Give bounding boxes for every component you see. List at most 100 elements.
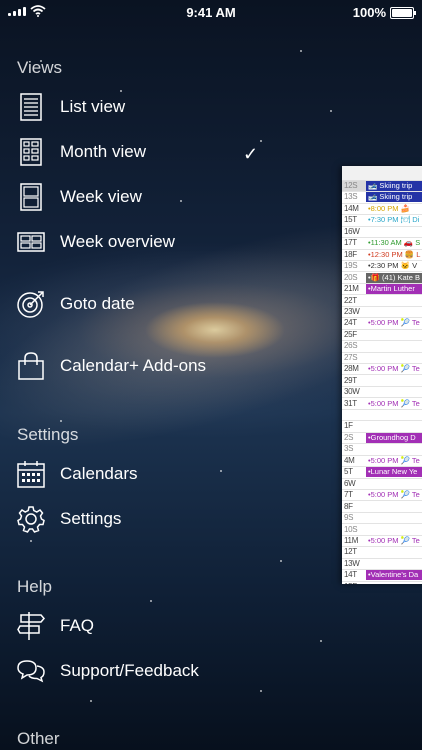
- calendar-day-row[interactable]: 14T •Valentine's Da: [342, 570, 422, 582]
- shopping-bag-icon: [16, 351, 46, 381]
- calendar-day-row[interactable]: 12T: [342, 547, 422, 559]
- menu-item-addons[interactable]: Calendar+ Add-ons: [16, 348, 332, 384]
- addons-label: Calendar+ Add-ons: [60, 356, 207, 375]
- calendar-day-label: 28M: [344, 364, 359, 374]
- calendar-day-row[interactable]: 20S •🎁 (41) Kate B: [342, 272, 422, 284]
- calendar-day-row[interactable]: 13W: [342, 558, 422, 571]
- week-view-label: Week view: [60, 187, 142, 206]
- calendar-day-row[interactable]: 2S •Groundhog D: [342, 432, 422, 445]
- calendar-day-row[interactable]: 21M •Martin Luther: [342, 284, 422, 296]
- calendar-event[interactable]: •5:00 PM 🎾 Te: [366, 456, 422, 466]
- calendar-day-row[interactable]: 5T •Lunar New Ye: [342, 467, 422, 479]
- calendar-event[interactable]: 🎿 Skiing trip: [366, 192, 422, 203]
- menu-item-calendars[interactable]: Calendars: [16, 456, 332, 492]
- month-view-icon: [16, 137, 46, 167]
- calendar-event[interactable]: •Martin Luther: [366, 284, 422, 295]
- calendar-day-row[interactable]: 16W: [342, 227, 422, 239]
- calendar-day-row[interactable]: 3S: [342, 444, 422, 456]
- chat-bubbles-icon: [16, 656, 46, 686]
- calendar-event[interactable]: •🎁 (41) Kate B: [366, 272, 422, 283]
- menu-item-week-overview[interactable]: Week overview: [16, 224, 332, 260]
- calendar-day-row[interactable]: 8F: [342, 502, 422, 513]
- calendar-day-label: 22T: [344, 295, 357, 305]
- calendar-event[interactable]: •5:00 PM 🎾 Te: [366, 490, 422, 500]
- calendar-event[interactable]: •12:30 PM 🍔 L: [366, 250, 422, 260]
- calendar-day-row[interactable]: 7T •5:00 PM 🎾 Te: [342, 490, 422, 502]
- calendar-day-row[interactable]: 11M •5:00 PM 🎾 Te: [342, 535, 422, 548]
- week-overview-label: Week overview: [60, 232, 175, 251]
- calendar-day-label: 23W: [344, 306, 360, 316]
- faq-label: FAQ: [60, 616, 95, 635]
- calendar-day-row[interactable]: 12S 🎿 Skiing trip: [342, 181, 422, 193]
- calendar-day-row[interactable]: 28M •5:00 PM 🎾 Te: [342, 364, 422, 376]
- calendar-event[interactable]: •7:30 PM 🍽 Di: [366, 215, 422, 225]
- section-views: Views: [17, 58, 63, 77]
- calendar-event[interactable]: •Valentine's Da: [366, 570, 422, 581]
- calendar-day-label: 4M: [344, 455, 355, 465]
- calendar-day-row[interactable]: 31T •5:00 PM 🎾 Te: [342, 399, 422, 410]
- menu-item-month-view[interactable]: Month view: [16, 134, 332, 170]
- menu-item-goto-date[interactable]: Goto date: [16, 286, 332, 322]
- calendar-preview-panel[interactable]: 12S 🎿 Skiing trip 13S 🎿 Skiing trip 14M •8:00…: [342, 166, 422, 584]
- calendar-day-label: 9S: [344, 513, 354, 523]
- calendar-day-row[interactable]: 23W: [342, 306, 422, 319]
- calendar-day-row[interactable]: 30W: [342, 387, 422, 399]
- calendar-day-row[interactable]: 13S 🎿 Skiing trip: [342, 192, 422, 204]
- calendar-event[interactable]: •5:00 PM 🎾 Te: [366, 318, 422, 328]
- calendar-day-label: 8F: [344, 501, 353, 511]
- calendar-event[interactable]: •5:00 PM 🎾 Te: [366, 536, 422, 546]
- calendar-day-row[interactable]: 14M •8:00 PM 🍰: [342, 204, 422, 216]
- calendar-day-row[interactable]: 27S: [342, 352, 422, 365]
- calendar-day-row[interactable]: 6W: [342, 479, 422, 490]
- menu-item-faq[interactable]: FAQ: [16, 608, 332, 644]
- calendar-day-row[interactable]: 24T •5:00 PM 🎾 Te: [342, 318, 422, 330]
- calendar-day-row[interactable]: 15F: [342, 582, 422, 584]
- calendar-day-row[interactable]: 19S •2:30 PM 🐱 V: [342, 261, 422, 273]
- menu-item-list-view[interactable]: List view: [16, 89, 332, 125]
- calendar-day-row[interactable]: 4M •5:00 PM 🎾 Te: [342, 455, 422, 468]
- calendar-day-label: 10S: [344, 524, 358, 534]
- calendar-day-row[interactable]: 18F •12:30 PM 🍔 L: [342, 250, 422, 261]
- calendar-day-label: 12T: [344, 547, 357, 557]
- calendar-day-row[interactable]: 29T: [342, 376, 422, 387]
- calendar-day-row[interactable]: 17T •11:30 AM 🚗 S: [342, 238, 422, 250]
- calendar-day-label: 11M: [344, 535, 359, 545]
- section-other: Other: [17, 729, 60, 748]
- calendar-event[interactable]: 🎿 Skiing trip: [366, 181, 422, 191]
- calendar-day-row[interactable]: 15T •7:30 PM 🍽 Di: [342, 215, 422, 227]
- settings-label: Settings: [60, 509, 122, 528]
- menu-item-settings[interactable]: Settings: [16, 501, 332, 537]
- target-icon: [16, 289, 46, 319]
- calendar-day-row[interactable]: 1F: [342, 421, 422, 433]
- calendar-day-label: 17T: [344, 238, 357, 248]
- menu-item-week-view[interactable]: Week view: [16, 179, 332, 215]
- calendar-day-label: 13S: [344, 192, 358, 202]
- calendar-day-row[interactable]: 10S: [342, 525, 422, 536]
- calendar-day-row[interactable]: 25F: [342, 330, 422, 342]
- calendar-event[interactable]: •2:30 PM 🐱 V: [366, 261, 422, 271]
- calendar-day-label: 18F: [344, 249, 357, 259]
- calendar-day-label: 1F: [344, 421, 353, 431]
- calendar-day-row[interactable]: 22T: [342, 296, 422, 307]
- calendar-day-row[interactable]: 9S: [342, 513, 422, 525]
- calendar-event[interactable]: •Lunar New Ye: [366, 467, 422, 478]
- calendar-day-label: 15T: [344, 215, 357, 225]
- calendar-day-label: 12S: [344, 181, 358, 190]
- calendar-day-label: 27S: [344, 352, 358, 362]
- battery-icon: [390, 7, 416, 19]
- calendar-event[interactable]: •8:00 PM 🍰: [366, 204, 422, 214]
- calendar-day-row[interactable]: 26S: [342, 341, 422, 353]
- calendar-day-label: 26S: [344, 341, 358, 351]
- calendars-label: Calendars: [60, 464, 138, 483]
- calendar-day-label: 5T: [344, 467, 353, 477]
- calendar-day-label: 15F: [344, 582, 364, 584]
- calendar-event[interactable]: •11:30 AM 🚗 S: [366, 238, 422, 248]
- calendar-event[interactable]: •5:00 PM 🎾 Te: [366, 364, 422, 374]
- calendar-event[interactable]: •Groundhog D: [366, 432, 422, 443]
- calendar-day-label: 13W: [344, 558, 360, 568]
- goto-date-label: Goto date: [60, 294, 135, 313]
- status-bar: 9:41 AM 100%: [0, 0, 422, 24]
- calendar-day-row[interactable]: [342, 410, 422, 422]
- calendar-event[interactable]: •5:00 PM 🎾 Te: [366, 399, 422, 409]
- menu-item-support[interactable]: Support/Feedback: [16, 653, 332, 689]
